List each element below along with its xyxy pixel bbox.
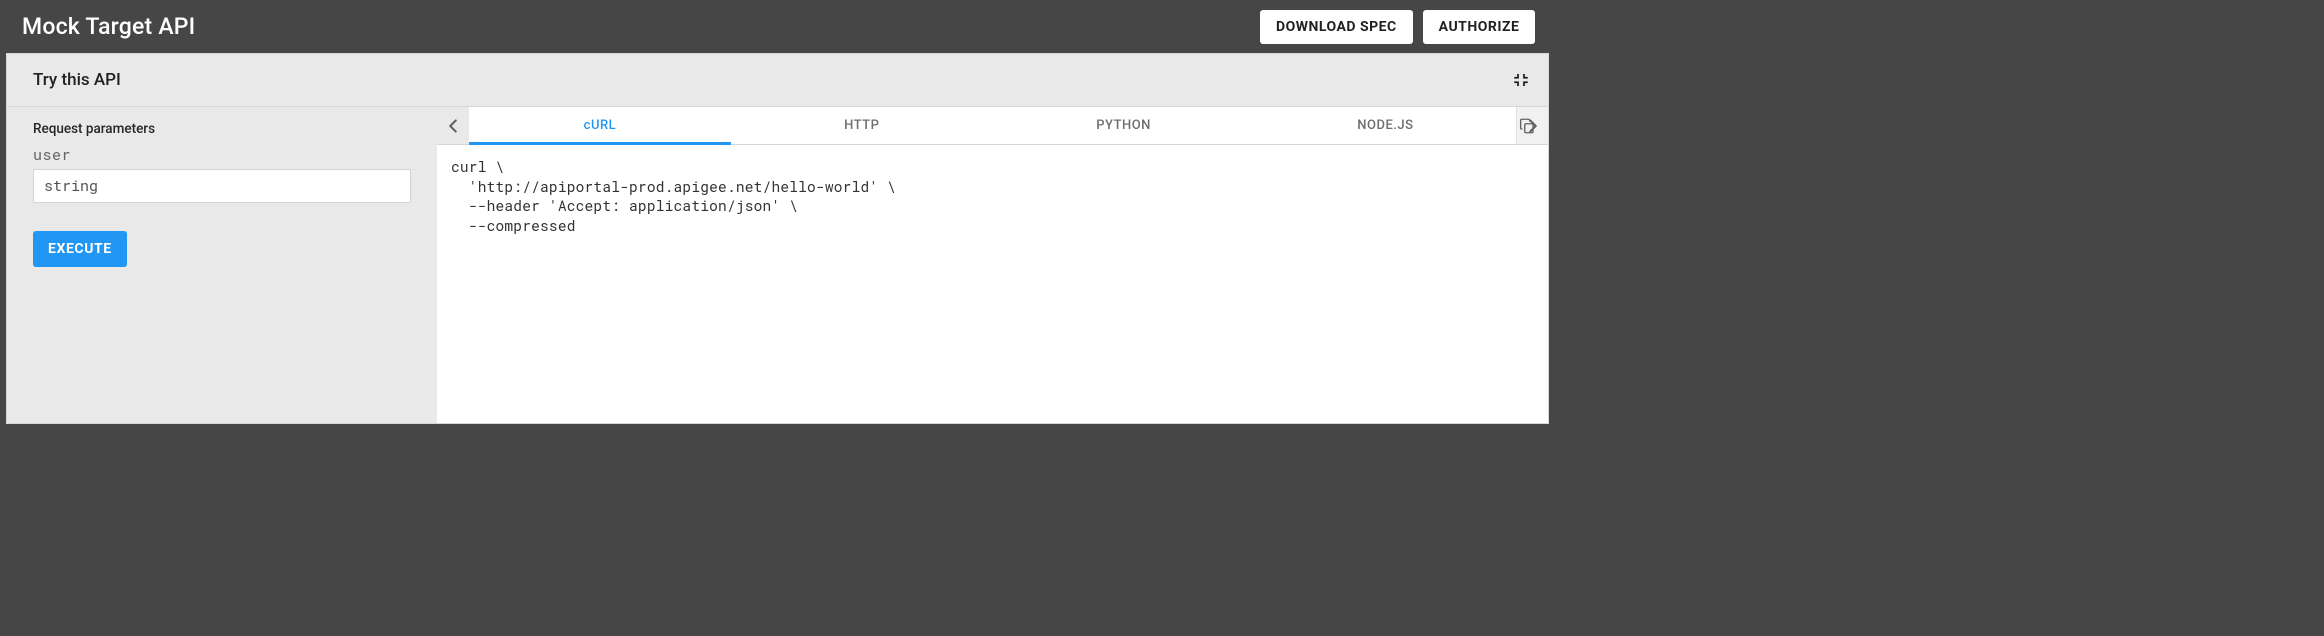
- tab-nodejs[interactable]: NODE.JS: [1254, 107, 1516, 144]
- authorize-button[interactable]: AUTHORIZE: [1423, 10, 1536, 44]
- collapse-icon[interactable]: [1512, 71, 1530, 89]
- copy-code-button[interactable]: [1518, 117, 1538, 137]
- param-name-user: user: [33, 145, 411, 165]
- topbar-buttons: DOWNLOAD SPEC AUTHORIZE: [1260, 10, 1535, 44]
- download-spec-button[interactable]: DOWNLOAD SPEC: [1260, 10, 1413, 44]
- tab-python[interactable]: PYTHON: [993, 107, 1255, 144]
- tabs-scroll-left-button[interactable]: [437, 107, 469, 144]
- topbar: Mock Target API DOWNLOAD SPEC AUTHORIZE: [0, 0, 1549, 53]
- try-api-panel: Try this API Request parameters user EXE…: [6, 53, 1549, 424]
- execute-button[interactable]: EXECUTE: [33, 231, 127, 267]
- tabs-row: cURL HTTP PYTHON NODE.JS: [437, 107, 1548, 145]
- tab-curl[interactable]: cURL: [469, 107, 731, 144]
- tabs-container: cURL HTTP PYTHON NODE.JS: [469, 107, 1516, 144]
- panel-header: Try this API: [7, 54, 1548, 107]
- chevron-left-icon: [442, 115, 464, 137]
- app-title: Mock Target API: [22, 13, 195, 40]
- request-params-pane: Request parameters user EXECUTE: [7, 107, 437, 423]
- param-input-user[interactable]: [33, 169, 411, 203]
- panel-title: Try this API: [33, 70, 121, 90]
- request-params-label: Request parameters: [33, 121, 411, 137]
- code-sample: curl \ 'http://apiportal-prod.apigee.net…: [437, 145, 1548, 423]
- copy-icon: [1518, 117, 1536, 135]
- code-sample-pane: cURL HTTP PYTHON NODE.JS curl \ 'http://…: [437, 107, 1548, 423]
- tab-http[interactable]: HTTP: [731, 107, 993, 144]
